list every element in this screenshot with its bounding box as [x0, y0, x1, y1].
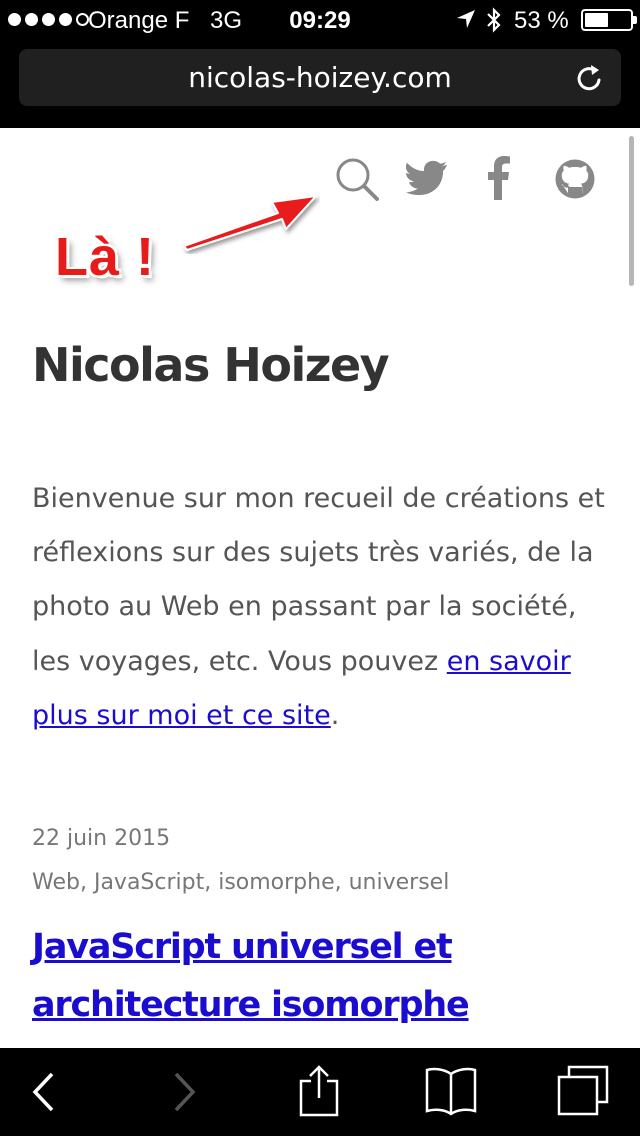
bookmarks-icon[interactable] — [424, 1066, 478, 1116]
tabs-icon[interactable] — [557, 1064, 609, 1116]
facebook-icon[interactable] — [487, 156, 511, 200]
search-icon[interactable] — [334, 156, 380, 202]
forward-icon[interactable] — [170, 1070, 198, 1114]
header-icons — [0, 156, 640, 206]
location-icon — [457, 10, 475, 28]
github-icon[interactable] — [554, 158, 596, 200]
bluetooth-icon — [487, 7, 501, 33]
intro-paragraph: Bienvenue sur mon recueil de créations e… — [32, 472, 617, 743]
reload-icon[interactable] — [575, 63, 605, 93]
annotation-label: Là ! — [55, 227, 156, 287]
battery-icon — [581, 9, 637, 31]
battery-percentage: 53 % — [514, 7, 569, 34]
post-title-link[interactable]: JavaScript universel et architecture iso… — [32, 918, 592, 1034]
annotation-arrow — [183, 195, 317, 251]
address-bar: nicolas-hoizey.com — [0, 40, 640, 128]
share-icon[interactable] — [297, 1064, 341, 1118]
url-text: nicolas-hoizey.com — [188, 61, 452, 94]
status-bar: Orange F 3G 09:29 53 % — [0, 0, 640, 40]
intro-end: . — [330, 699, 340, 731]
site-title[interactable]: Nicolas Hoizey — [32, 338, 390, 392]
url-field[interactable]: nicolas-hoizey.com — [19, 49, 621, 106]
post-tags[interactable]: Web, JavaScript, isomorphe, universel — [32, 870, 449, 895]
post-date: 22 juin 2015 — [32, 826, 171, 851]
web-page[interactable]: Là ! Nicolas Hoizey Bienvenue sur mon re… — [0, 128, 640, 1048]
back-icon[interactable] — [30, 1070, 58, 1114]
browser-toolbar — [0, 1048, 640, 1136]
twitter-icon[interactable] — [406, 160, 448, 196]
